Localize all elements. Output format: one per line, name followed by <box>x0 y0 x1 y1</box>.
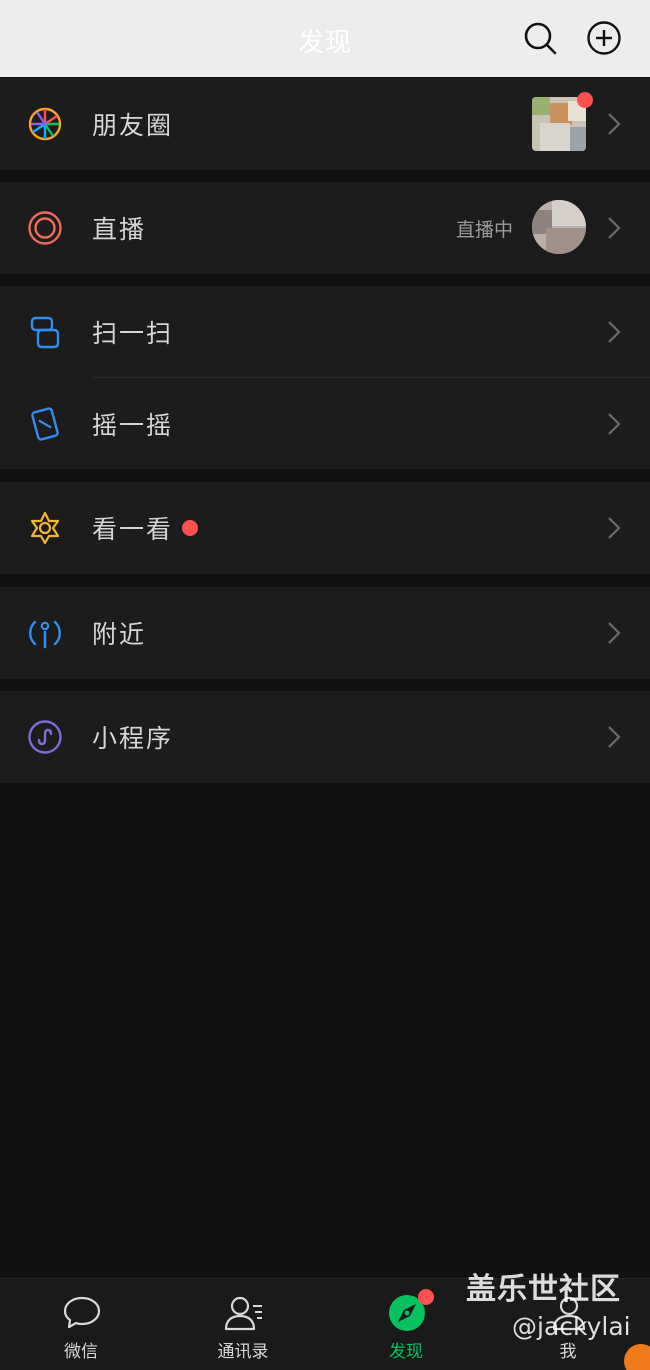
moments-group: 朋友圈 <box>0 78 650 170</box>
add-button[interactable] <box>586 20 622 56</box>
chevron-right-icon <box>608 113 621 135</box>
top-stories-new-dot <box>182 520 198 536</box>
tab-chats[interactable]: 微信 <box>21 1279 141 1370</box>
moments-label: 朋友圈 <box>92 111 174 140</box>
plus-circle-icon <box>587 21 621 55</box>
moments-new-dot <box>577 92 593 108</box>
tab-contacts-label: 通讯录 <box>217 1342 269 1362</box>
nearby-icon <box>29 620 61 649</box>
watermark-title: 盖乐世社区 <box>466 1272 621 1307</box>
discover-new-dot <box>418 1289 434 1305</box>
top-stories-group: 看一看 <box>0 482 650 574</box>
tab-discover[interactable]: 发现 <box>346 1279 466 1370</box>
live-avatar <box>532 200 586 254</box>
top-stories-row[interactable]: 看一看 <box>0 482 650 574</box>
discover-page: 发现 朋友圈 直播 直播中 扫一扫 摇一摇 看一看 附近 小程序 微信 通讯录 … <box>0 0 650 1370</box>
chevron-right-icon <box>608 726 621 748</box>
moments-icon <box>28 107 62 141</box>
chat-icon <box>63 1296 101 1329</box>
shake-icon <box>31 407 59 441</box>
nearby-group: 附近 <box>0 587 650 679</box>
tab-chats-label: 微信 <box>64 1342 98 1362</box>
mini-program-icon <box>28 720 62 754</box>
tools-group: 扫一扫 摇一摇 <box>0 286 650 469</box>
mini-programs-label: 小程序 <box>92 724 174 753</box>
chevron-right-icon <box>608 321 621 343</box>
moments-row[interactable]: 朋友圈 <box>0 78 650 170</box>
live-status-text: 直播中 <box>456 219 514 241</box>
tab-contacts[interactable]: 通讯录 <box>183 1279 303 1370</box>
mini-programs-row[interactable]: 小程序 <box>0 691 650 783</box>
top-stories-label: 看一看 <box>92 515 174 544</box>
chevron-right-icon <box>608 517 621 539</box>
live-icon <box>28 211 62 245</box>
watermark-handle: @jackylai <box>512 1312 631 1341</box>
mini-programs-group: 小程序 <box>0 691 650 783</box>
scan-label: 扫一扫 <box>92 319 174 348</box>
shake-label: 摇一摇 <box>92 411 174 440</box>
shake-row[interactable]: 摇一摇 <box>0 378 650 470</box>
scan-icon <box>30 316 60 349</box>
top-stories-icon <box>30 511 60 545</box>
scan-row[interactable]: 扫一扫 <box>0 286 650 378</box>
contacts-icon <box>224 1296 262 1331</box>
top-nav-bar: 发现 <box>0 0 650 77</box>
chevron-right-icon <box>608 413 621 435</box>
tab-discover-label: 发现 <box>389 1342 423 1362</box>
chevron-right-icon <box>608 622 621 644</box>
search-button[interactable] <box>522 20 558 56</box>
chevron-right-icon <box>608 217 621 239</box>
nearby-label: 附近 <box>92 620 147 649</box>
search-icon <box>524 22 557 55</box>
nearby-row[interactable]: 附近 <box>0 587 650 679</box>
live-label: 直播 <box>92 215 147 244</box>
